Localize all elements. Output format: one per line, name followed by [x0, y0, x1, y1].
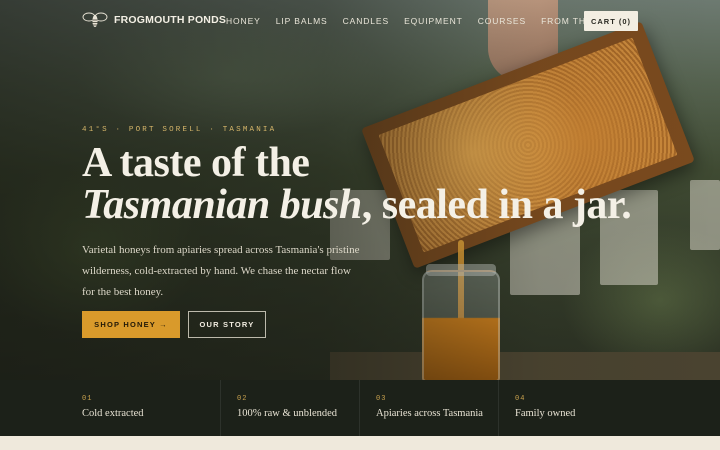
- shop-honey-button[interactable]: SHOP HONEY →: [82, 311, 180, 338]
- bee-icon: [82, 12, 108, 27]
- our-story-button[interactable]: OUR STORY: [188, 311, 266, 338]
- feature-item: 01 Cold extracted: [0, 380, 221, 436]
- feature-item: 02 100% raw & unblended: [221, 380, 360, 436]
- feature-number: 01: [82, 395, 93, 403]
- feature-item: 04 Family owned: [499, 380, 720, 436]
- cart-button[interactable]: CART (0): [584, 11, 638, 31]
- feature-label: Family owned: [515, 408, 576, 419]
- feature-item: 03 Apiaries across Tasmania: [360, 380, 499, 436]
- feature-number: 04: [515, 395, 526, 403]
- location-eyebrow: 41°S · PORT SORELL · TASMANIA: [82, 126, 277, 134]
- brand-logo-link[interactable]: FROGMOUTH PONDS: [82, 11, 226, 29]
- nav-link-equipment[interactable]: EQUIPMENT: [404, 16, 463, 26]
- hero-headline: A taste of the Tasmanian bush, sealed in…: [82, 142, 642, 226]
- headline-rest: , sealed in a jar.: [361, 182, 632, 228]
- feature-label: Apiaries across Tasmania: [376, 408, 483, 419]
- next-section-edge: [0, 436, 720, 450]
- primary-menu: HONEY LIP BALMS CANDLES EQUIPMENT COURSE…: [226, 16, 632, 26]
- feature-number: 02: [237, 395, 248, 403]
- headline-italic: Tasmanian bush: [82, 182, 362, 228]
- feature-label: Cold extracted: [82, 408, 144, 419]
- headline-line-1: A taste of the: [82, 140, 310, 186]
- nav-link-honey[interactable]: HONEY: [226, 16, 261, 26]
- top-navigation: FROGMOUTH PONDS HONEY LIP BALMS CANDLES …: [0, 0, 720, 40]
- hero-description: Varietal honeys from apiaries spread acr…: [82, 244, 360, 298]
- nav-link-courses[interactable]: COURSES: [478, 16, 526, 26]
- features-band: 01 Cold extracted 02 100% raw & unblende…: [0, 380, 720, 436]
- feature-number: 03: [376, 395, 387, 403]
- nav-link-lip-balms[interactable]: LIP BALMS: [276, 16, 328, 26]
- brand-name: FROGMOUTH PONDS: [114, 14, 227, 26]
- nav-link-candles[interactable]: CANDLES: [343, 16, 389, 26]
- feature-label: 100% raw & unblended: [237, 408, 338, 419]
